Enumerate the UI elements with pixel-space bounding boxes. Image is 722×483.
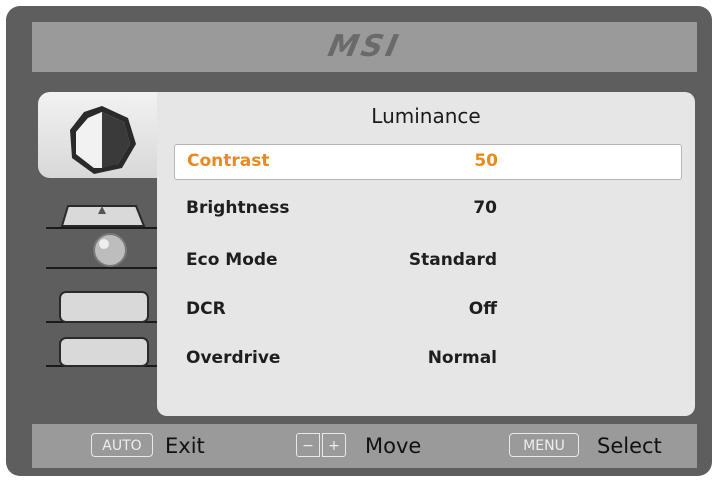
menu-key-badge[interactable]: MENU <box>509 433 579 457</box>
side-tab-image[interactable] <box>46 190 158 230</box>
plus-key-badge[interactable]: + <box>322 433 346 457</box>
side-tab-color[interactable] <box>46 230 158 270</box>
image-icon <box>46 205 158 229</box>
menu-item-label: Overdrive <box>186 348 281 368</box>
menu-item-value: Normal <box>427 348 497 368</box>
menu-item-label: Contrast <box>187 151 270 171</box>
osd-settings-icon <box>46 291 158 323</box>
menu-item-eco-mode[interactable]: Eco Mode Standard <box>174 244 680 278</box>
auto-key-badge[interactable]: AUTO <box>91 433 153 457</box>
menu-item-overdrive[interactable]: Overdrive Normal <box>174 342 680 376</box>
menu-item-label: DCR <box>186 299 226 319</box>
msi-logo: MSI <box>324 29 405 64</box>
menu-item-label: Brightness <box>186 198 290 218</box>
color-icon <box>46 233 158 269</box>
brand-bar: MSI <box>32 22 697 72</box>
side-tab-extra[interactable] <box>46 328 158 368</box>
side-tab-osd[interactable] <box>46 284 158 324</box>
extra-icon <box>46 337 158 367</box>
minus-key-badge[interactable]: − <box>296 433 320 457</box>
select-label: Select <box>597 434 662 458</box>
luminance-icon <box>70 106 136 174</box>
menu-item-value: 70 <box>473 198 497 218</box>
move-label: Move <box>365 434 422 458</box>
panel-title: Luminance <box>371 104 481 128</box>
exit-label: Exit <box>165 434 205 458</box>
menu-item-value: Standard <box>408 250 497 270</box>
menu-item-value: 50 <box>474 151 498 171</box>
menu-item-value: Off <box>468 299 497 319</box>
menu-item-contrast[interactable]: Contrast 50 <box>174 144 682 180</box>
menu-item-brightness[interactable]: Brightness 70 <box>174 192 680 226</box>
menu-item-label: Eco Mode <box>186 250 278 270</box>
menu-item-dcr[interactable]: DCR Off <box>174 293 680 327</box>
